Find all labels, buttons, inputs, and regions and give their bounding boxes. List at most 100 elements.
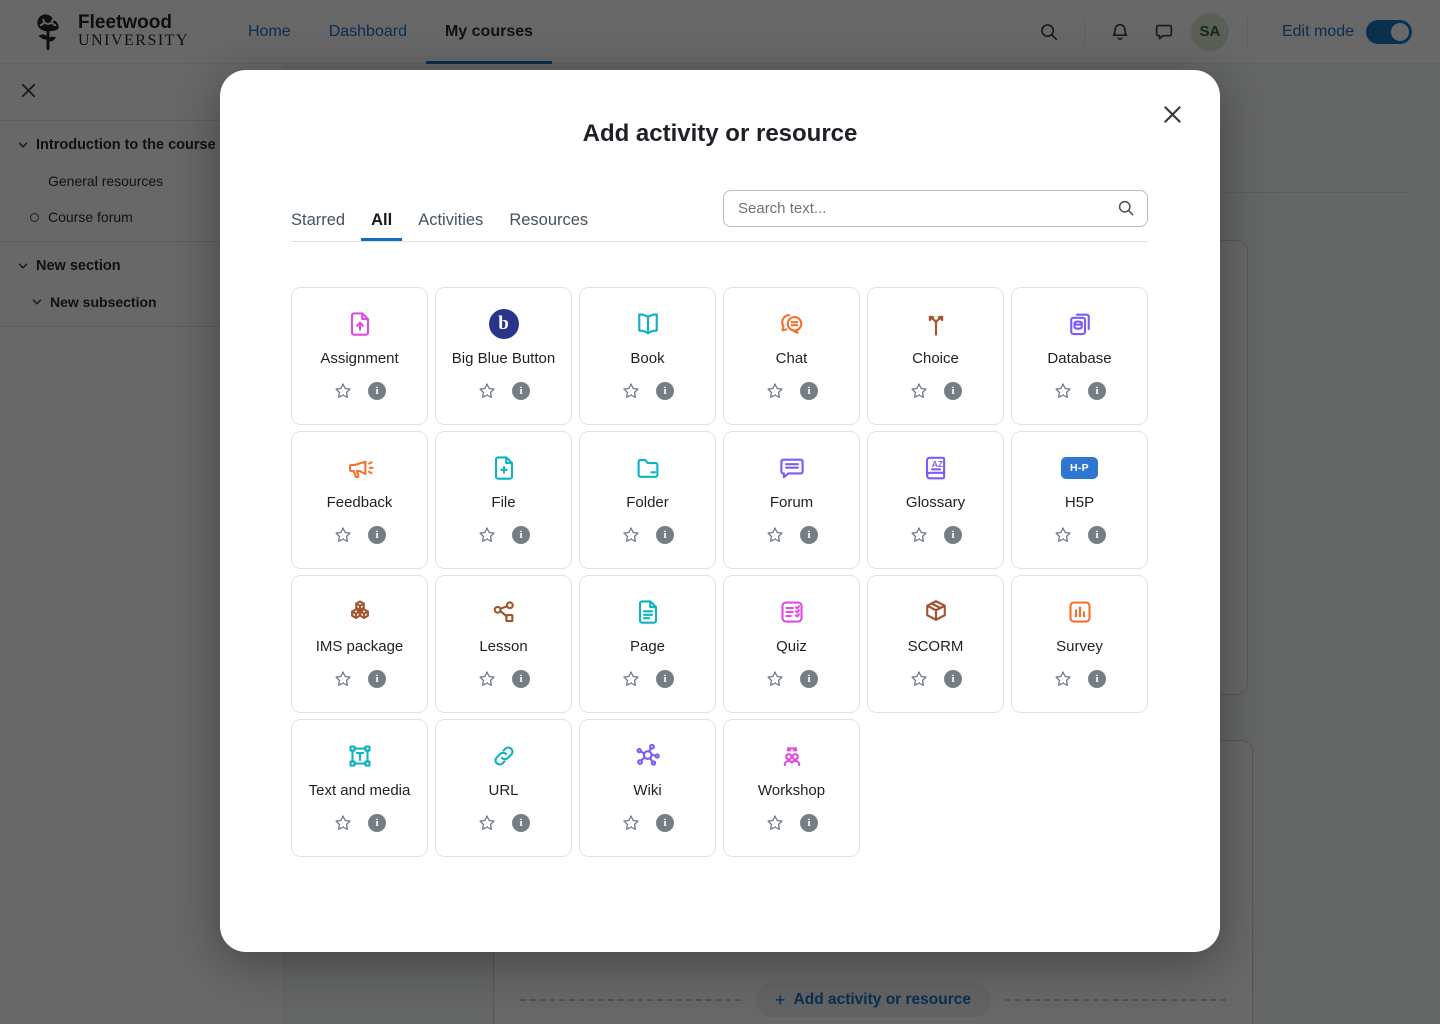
search-input[interactable] bbox=[723, 190, 1148, 227]
search-icon bbox=[1116, 198, 1136, 218]
survey-icon bbox=[1065, 595, 1095, 629]
star-favourite-icon[interactable] bbox=[333, 669, 353, 689]
page-icon bbox=[633, 595, 663, 629]
chooser-header: StarredAllActivitiesResources bbox=[291, 189, 1148, 242]
database-icon bbox=[1065, 307, 1095, 341]
activity-card-choice[interactable]: Choicei bbox=[867, 287, 1004, 425]
info-icon[interactable]: i bbox=[512, 814, 530, 832]
star-favourite-icon[interactable] bbox=[765, 813, 785, 833]
info-icon[interactable]: i bbox=[944, 382, 962, 400]
star-favourite-icon[interactable] bbox=[621, 669, 641, 689]
quiz-icon bbox=[777, 595, 807, 629]
activity-label: Lesson bbox=[475, 638, 531, 656]
info-icon[interactable]: i bbox=[800, 670, 818, 688]
info-icon[interactable]: i bbox=[512, 526, 530, 544]
activity-card-actions: i bbox=[477, 525, 530, 545]
activity-card-big-blue-button[interactable]: b Big Blue Button i bbox=[435, 287, 572, 425]
star-favourite-icon[interactable] bbox=[621, 525, 641, 545]
star-favourite-icon[interactable] bbox=[621, 381, 641, 401]
activity-card-actions: i bbox=[477, 669, 530, 689]
info-icon[interactable]: i bbox=[944, 670, 962, 688]
glossary-icon: AZ bbox=[921, 451, 951, 485]
info-icon[interactable]: i bbox=[656, 814, 674, 832]
bigbluebutton-logo: b bbox=[489, 309, 519, 339]
info-icon[interactable]: i bbox=[1088, 526, 1106, 544]
modal-title: Add activity or resource bbox=[220, 70, 1220, 148]
tab-activities[interactable]: Activities bbox=[408, 203, 493, 241]
activity-card-text-and-media[interactable]: Text and mediai bbox=[291, 719, 428, 857]
info-icon[interactable]: i bbox=[800, 382, 818, 400]
activity-card-folder[interactable]: Folderi bbox=[579, 431, 716, 569]
star-favourite-icon[interactable] bbox=[333, 525, 353, 545]
activity-card-survey[interactable]: Survey i bbox=[1011, 575, 1148, 713]
activity-card-lesson[interactable]: Lesson i bbox=[435, 575, 572, 713]
info-icon[interactable]: i bbox=[512, 670, 530, 688]
star-favourite-icon[interactable] bbox=[477, 525, 497, 545]
info-icon[interactable]: i bbox=[656, 382, 674, 400]
activity-card-wiki[interactable]: Wikii bbox=[579, 719, 716, 857]
textmedia-icon bbox=[345, 739, 375, 773]
star-favourite-icon[interactable] bbox=[1053, 381, 1073, 401]
activity-card-feedback[interactable]: Feedbacki bbox=[291, 431, 428, 569]
activity-label: Page bbox=[626, 638, 669, 656]
star-favourite-icon[interactable] bbox=[333, 381, 353, 401]
activity-card-ims-package[interactable]: IMS packagei bbox=[291, 575, 428, 713]
activity-card-workshop[interactable]: Workshop i bbox=[723, 719, 860, 857]
activity-label: Workshop bbox=[754, 782, 829, 800]
star-favourite-icon[interactable] bbox=[1053, 525, 1073, 545]
activity-card-actions: i bbox=[909, 381, 962, 401]
activity-card-actions: i bbox=[1053, 381, 1106, 401]
activity-card-book[interactable]: Book i bbox=[579, 287, 716, 425]
activity-card-url[interactable]: URLi bbox=[435, 719, 572, 857]
info-icon[interactable]: i bbox=[512, 382, 530, 400]
info-icon[interactable]: i bbox=[1088, 670, 1106, 688]
info-icon[interactable]: i bbox=[800, 814, 818, 832]
info-icon[interactable]: i bbox=[1088, 382, 1106, 400]
activity-card-h5p[interactable]: H-PH5Pi bbox=[1011, 431, 1148, 569]
info-icon[interactable]: i bbox=[368, 382, 386, 400]
tab-resources[interactable]: Resources bbox=[499, 203, 598, 241]
info-icon[interactable]: i bbox=[656, 670, 674, 688]
activity-label: Quiz bbox=[772, 638, 811, 656]
activity-label: Chat bbox=[772, 350, 812, 368]
activity-label: Big Blue Button bbox=[448, 350, 559, 368]
activity-card-database[interactable]: Databasei bbox=[1011, 287, 1148, 425]
info-icon[interactable]: i bbox=[656, 526, 674, 544]
activity-card-actions: i bbox=[333, 525, 386, 545]
activity-card-file[interactable]: File i bbox=[435, 431, 572, 569]
activity-card-actions: i bbox=[1053, 525, 1106, 545]
star-favourite-icon[interactable] bbox=[477, 813, 497, 833]
star-favourite-icon[interactable] bbox=[909, 525, 929, 545]
tab-starred[interactable]: Starred bbox=[281, 203, 355, 241]
star-favourite-icon[interactable] bbox=[765, 525, 785, 545]
scorm-icon bbox=[921, 595, 951, 629]
info-icon[interactable]: i bbox=[368, 526, 386, 544]
close-icon[interactable] bbox=[1158, 100, 1186, 128]
star-favourite-icon[interactable] bbox=[333, 813, 353, 833]
activity-card-glossary[interactable]: AZGlossaryi bbox=[867, 431, 1004, 569]
activity-card-page[interactable]: Page i bbox=[579, 575, 716, 713]
activity-label: File bbox=[487, 494, 519, 512]
star-favourite-icon[interactable] bbox=[477, 669, 497, 689]
tab-all[interactable]: All bbox=[361, 203, 402, 241]
star-favourite-icon[interactable] bbox=[477, 381, 497, 401]
info-icon[interactable]: i bbox=[944, 526, 962, 544]
activity-label: Survey bbox=[1052, 638, 1107, 656]
activity-card-chat[interactable]: Chat i bbox=[723, 287, 860, 425]
activity-card-assignment[interactable]: Assignmenti bbox=[291, 287, 428, 425]
star-favourite-icon[interactable] bbox=[621, 813, 641, 833]
star-favourite-icon[interactable] bbox=[765, 669, 785, 689]
star-favourite-icon[interactable] bbox=[909, 669, 929, 689]
info-icon[interactable]: i bbox=[368, 670, 386, 688]
info-icon[interactable]: i bbox=[800, 526, 818, 544]
activity-grid: AssignmentibBig Blue ButtoniBookiChatiCh… bbox=[291, 287, 1148, 857]
activity-card-forum[interactable]: Forumi bbox=[723, 431, 860, 569]
info-icon[interactable]: i bbox=[368, 814, 386, 832]
activity-card-quiz[interactable]: Quiz i bbox=[723, 575, 860, 713]
star-favourite-icon[interactable] bbox=[765, 381, 785, 401]
assignment-icon bbox=[345, 307, 375, 341]
activity-label: Book bbox=[626, 350, 668, 368]
star-favourite-icon[interactable] bbox=[909, 381, 929, 401]
activity-card-scorm[interactable]: SCORMi bbox=[867, 575, 1004, 713]
star-favourite-icon[interactable] bbox=[1053, 669, 1073, 689]
